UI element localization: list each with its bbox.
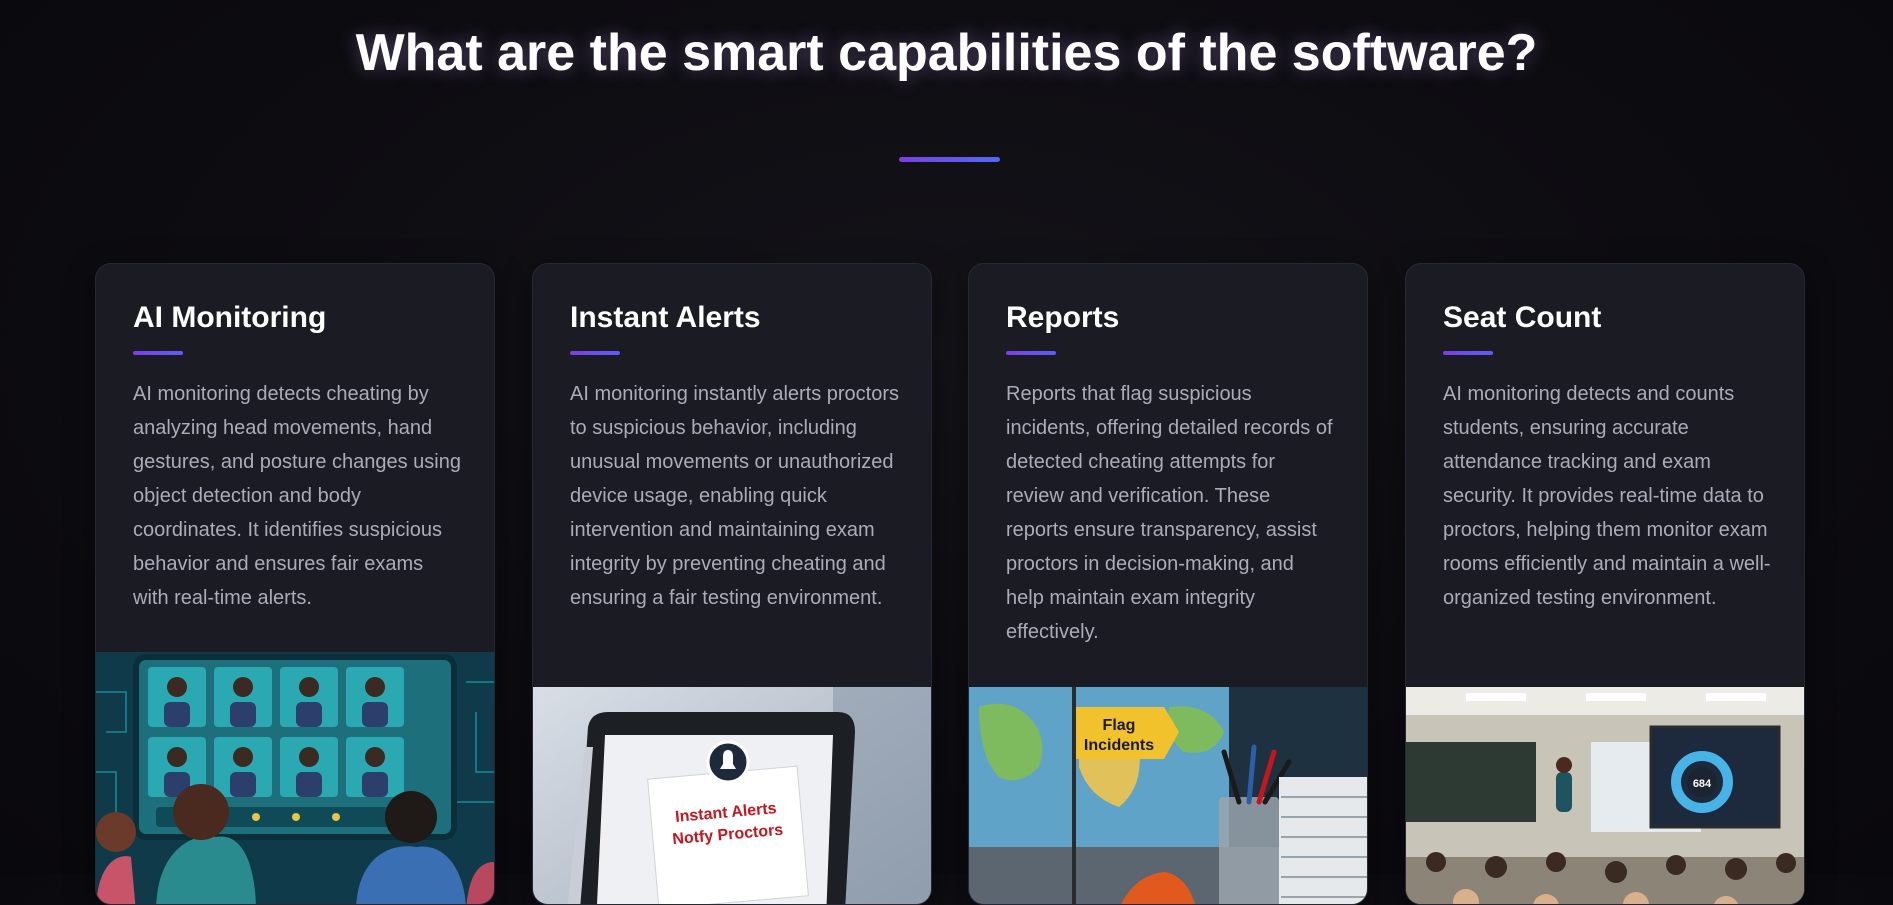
card-title: AI Monitoring [133, 301, 327, 334]
card-underline [570, 351, 620, 355]
card-description: AI monitoring detects cheating by analyz… [133, 383, 461, 609]
section-heading: What are the smart capabilities of the s… [355, 24, 1538, 82]
flag-text-line2: Incidents [1084, 737, 1154, 754]
flag-text-line1: Flag [1103, 717, 1136, 734]
card-underline [1443, 351, 1493, 355]
card-underline [1006, 351, 1056, 355]
seat-count-display: 684 [1693, 778, 1712, 790]
card-description: AI monitoring detects and counts student… [1443, 383, 1771, 609]
card-underline [133, 351, 183, 355]
reports-illustration: Flag Incidents [969, 687, 1367, 904]
ai-monitoring-illustration [96, 652, 494, 904]
card-instant-alerts: Instant Alerts AI monitoring instantly a… [532, 263, 932, 905]
card-title: Instant Alerts [570, 301, 761, 334]
card-seat-count: Seat Count AI monitoring detects and cou… [1405, 263, 1805, 905]
card-description: AI monitoring instantly alerts proctors … [570, 383, 900, 609]
card-title: Seat Count [1443, 301, 1602, 334]
seat-count-illustration: 684 [1406, 687, 1804, 904]
card-title: Reports [1006, 301, 1120, 334]
card-ai-monitoring: AI Monitoring AI monitoring detects chea… [95, 263, 495, 905]
heading-underline [899, 157, 1000, 162]
card-reports: Reports Reports that flag suspicious inc… [968, 263, 1368, 905]
card-description: Reports that flag suspicious incidents, … [1006, 383, 1333, 643]
instant-alerts-illustration: Instant Alerts Notfy Proctors [533, 687, 931, 904]
